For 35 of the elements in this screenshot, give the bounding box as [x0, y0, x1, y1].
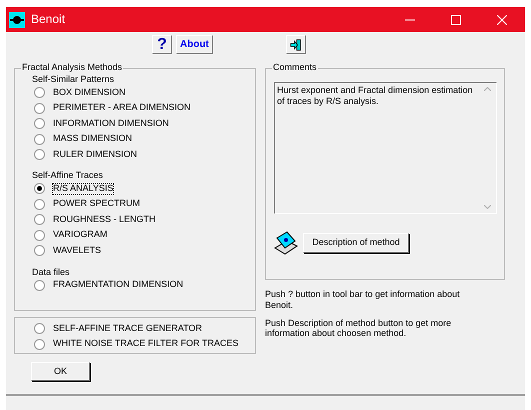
radio-option[interactable]: FRAGMENTATION DIMENSION	[15, 277, 184, 293]
radio-option[interactable]: BOX DIMENSION	[15, 84, 126, 100]
radio-option[interactable]: RULER DIMENSION	[15, 146, 138, 162]
ok-button[interactable]: OK	[31, 362, 90, 381]
radio-option[interactable]: INFORMATION DIMENSION	[15, 116, 169, 132]
section-label: Self-Similar Patterns	[32, 74, 114, 84]
help-button[interactable]: ?	[152, 35, 172, 54]
hint-text: Push ? button in tool bar to get information about Benoit.	[265, 289, 461, 311]
comments-box[interactable]: Hurst exponent and Fractal dimension estimation of traces by R/S analysis.	[274, 82, 497, 214]
maximize-icon	[451, 14, 461, 25]
section-label: Self-Affine Traces	[32, 170, 103, 180]
door-arrow-icon	[290, 36, 302, 52]
radio-option[interactable]: SELF-AFFINE TRACE GENERATOR	[15, 321, 202, 336]
section-label: Data files	[32, 266, 70, 277]
window-title: Benoit	[31, 12, 66, 27]
radio-option[interactable]: R/S ANALYSIS	[15, 181, 114, 197]
description-button[interactable]: Description of method	[303, 233, 409, 253]
book-icon	[273, 230, 299, 256]
group-label: Comments	[272, 62, 318, 73]
radio-option[interactable]: PERIMETER - AREA DIMENSION	[15, 100, 191, 116]
radio-option[interactable]: POWER SPECTRUM	[15, 196, 140, 212]
radio-option[interactable]: ROUGHNESS - LENGTH	[15, 212, 156, 228]
radio-option[interactable]: MASS DIMENSION	[15, 131, 132, 147]
app-icon	[6, 12, 25, 28]
group-label: Fractal Analysis Methods	[21, 62, 124, 73]
hint-text: Push Description of method button to get more information about choosen method.	[265, 318, 452, 340]
radio-option[interactable]: WHITE NOISE TRACE FILTER FOR TRACES	[15, 336, 239, 352]
close-icon	[497, 14, 507, 25]
scroll-down-icon[interactable]	[484, 205, 491, 209]
comments-text: Hurst exponent and Fractal dimension estimation of traces by R/S analysis.	[277, 85, 473, 106]
about-button[interactable]: About	[176, 35, 213, 54]
scroll-up-icon[interactable]	[484, 87, 491, 91]
radio-option[interactable]: VARIOGRAM	[15, 228, 108, 244]
exit-button[interactable]	[286, 35, 306, 54]
radio-option[interactable]: WAVELETS	[15, 243, 102, 259]
